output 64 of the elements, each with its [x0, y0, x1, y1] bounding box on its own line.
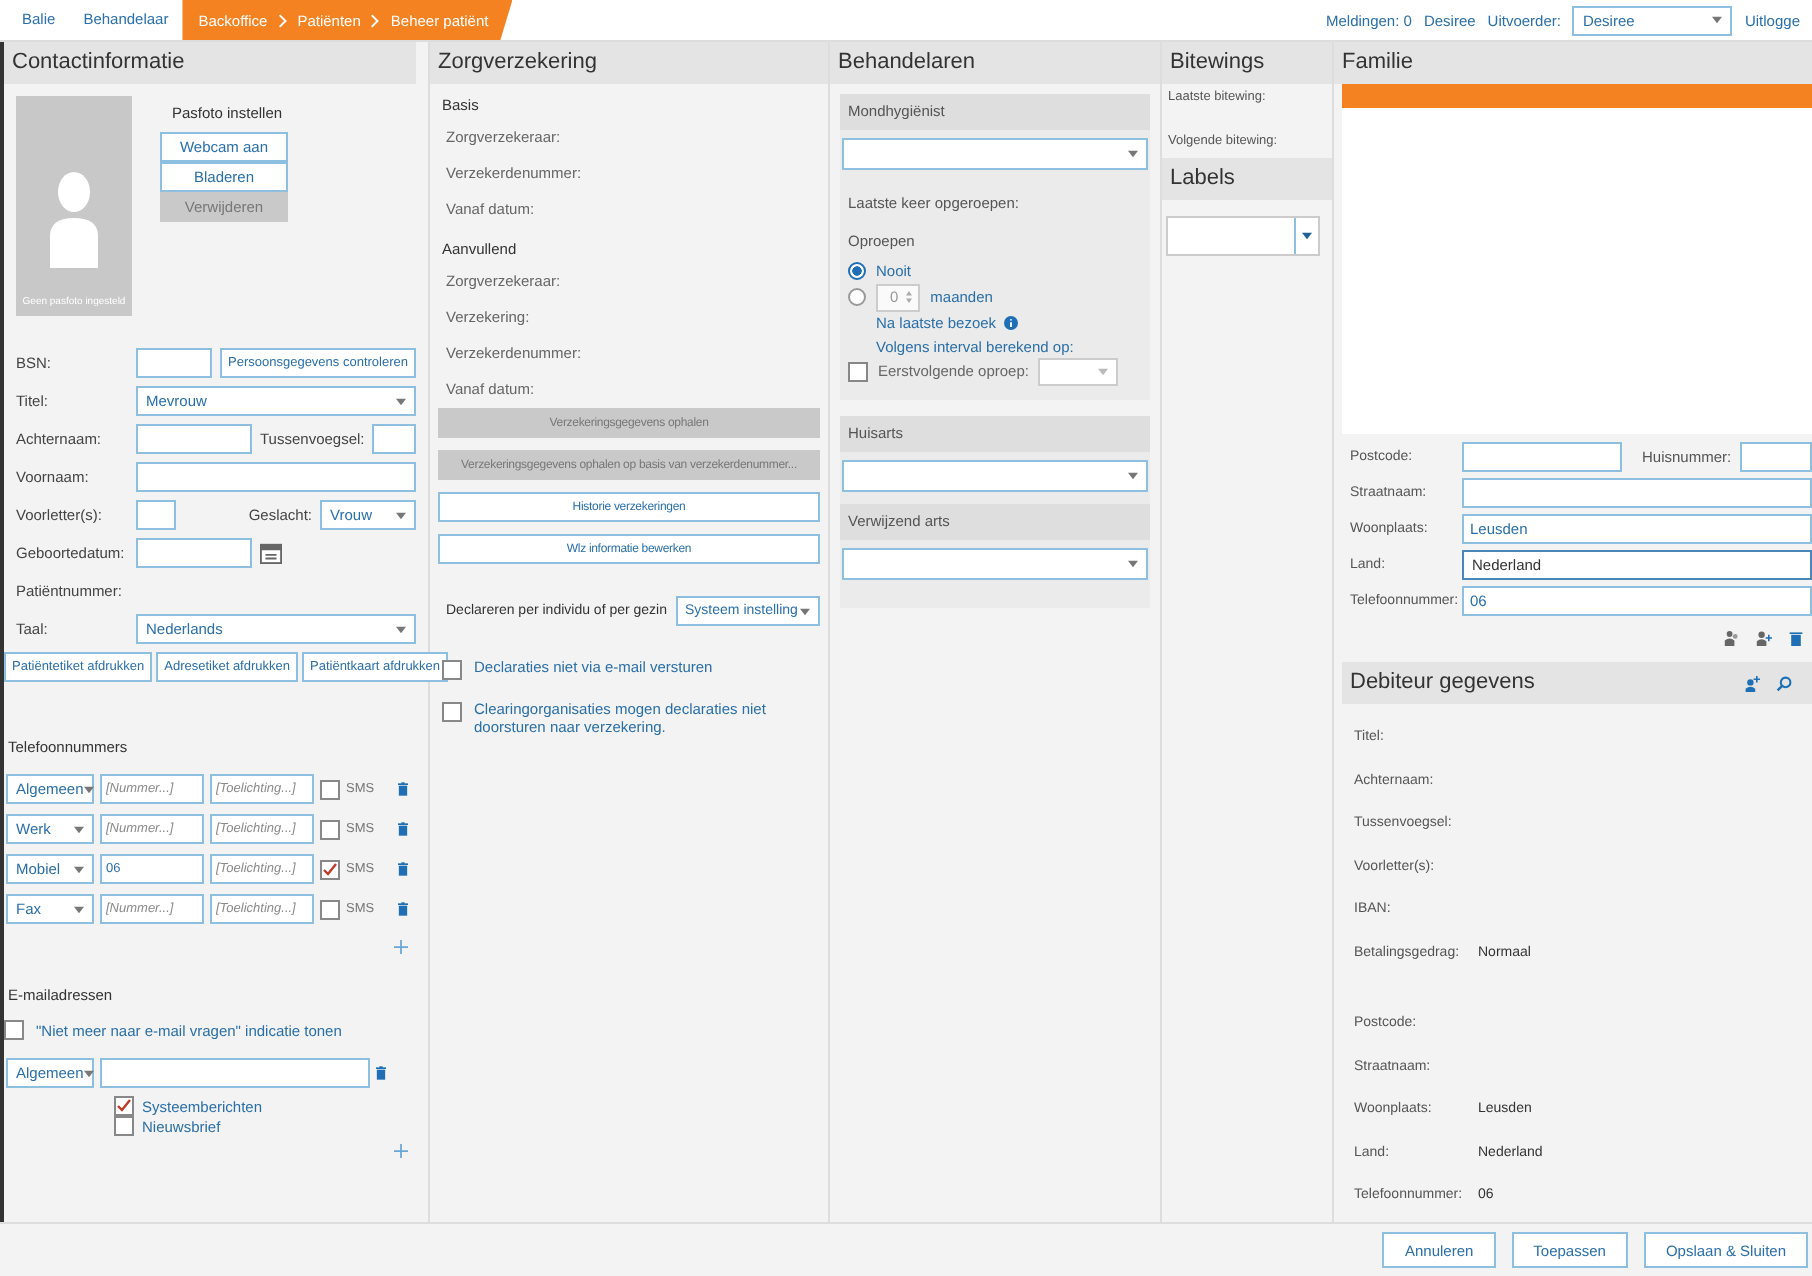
street-field[interactable]	[1462, 478, 1812, 508]
caret-icon	[83, 1069, 94, 1077]
referrer-dropdown[interactable]	[842, 548, 1148, 580]
trash-icon[interactable]	[398, 782, 408, 796]
email-field[interactable]	[100, 1058, 370, 1088]
checkbox[interactable]	[4, 1020, 24, 1040]
house-number-field[interactable]	[1739, 442, 1812, 472]
caret-icon	[74, 905, 84, 913]
section-header: Zorgverzekering	[430, 42, 828, 84]
sms-checkbox[interactable]	[320, 899, 340, 919]
caret-icon	[396, 511, 406, 519]
sms-checkbox[interactable]	[320, 819, 340, 839]
caret-icon	[74, 865, 84, 873]
search-icon[interactable]	[1776, 675, 1792, 691]
surname-field[interactable]	[136, 424, 252, 454]
first-name-field[interactable]	[136, 462, 416, 492]
section-header: Familie	[1334, 42, 1812, 84]
sms-checkbox[interactable]	[320, 859, 340, 879]
section-header: Contactinformatie	[4, 42, 416, 84]
trash-icon[interactable]	[1788, 630, 1804, 646]
checkbox[interactable]	[442, 702, 462, 722]
checkbox[interactable]	[442, 660, 462, 680]
birth-date-field[interactable]	[136, 538, 252, 568]
spinner-arrows-icon	[906, 290, 913, 304]
bsn-field[interactable]	[136, 348, 213, 378]
checkbox[interactable]	[848, 361, 868, 381]
add-person-icon[interactable]	[1756, 630, 1772, 646]
radio-button[interactable]	[848, 262, 866, 280]
caret-icon	[1128, 150, 1138, 158]
caret-icon	[1098, 367, 1109, 375]
caret-icon	[74, 825, 84, 833]
caret-icon	[83, 785, 94, 793]
gp-dropdown[interactable]	[842, 460, 1148, 492]
radio-button[interactable]	[848, 288, 866, 306]
section-header: Labels	[1162, 158, 1332, 200]
initials-field[interactable]	[136, 500, 176, 530]
chevron-icon	[370, 13, 381, 27]
trash-icon[interactable]	[398, 862, 408, 876]
trash-icon[interactable]	[398, 822, 408, 836]
caret-icon	[396, 397, 406, 405]
chevron-icon	[277, 13, 288, 27]
add-person-icon[interactable]	[1744, 675, 1760, 691]
add-icon[interactable]	[394, 1144, 408, 1158]
caret-icon	[396, 625, 406, 633]
people-icon[interactable]	[1724, 630, 1740, 646]
section-header: Debiteur gegevens	[1350, 668, 1537, 698]
caret-icon	[799, 607, 810, 615]
infix-field[interactable]	[372, 424, 416, 454]
caret-icon	[1128, 472, 1138, 480]
caret-icon	[1712, 16, 1723, 24]
add-icon[interactable]	[394, 940, 408, 954]
subscription-checkbox[interactable]	[114, 1096, 134, 1116]
info-icon[interactable]	[1004, 315, 1019, 329]
postcode-field[interactable]	[1462, 442, 1622, 472]
hygienist-dropdown[interactable]	[842, 138, 1148, 170]
trash-icon[interactable]	[398, 902, 408, 916]
trash-icon[interactable]	[376, 1066, 386, 1080]
calendar-icon[interactable]	[260, 542, 282, 564]
caret-icon	[1128, 560, 1138, 568]
person-silhouette-icon	[44, 168, 104, 268]
subscription-checkbox[interactable]	[114, 1116, 134, 1136]
section-header: Bitewings	[1162, 42, 1332, 84]
sms-checkbox[interactable]	[320, 779, 340, 799]
section-header: Behandelaren	[830, 42, 1160, 84]
